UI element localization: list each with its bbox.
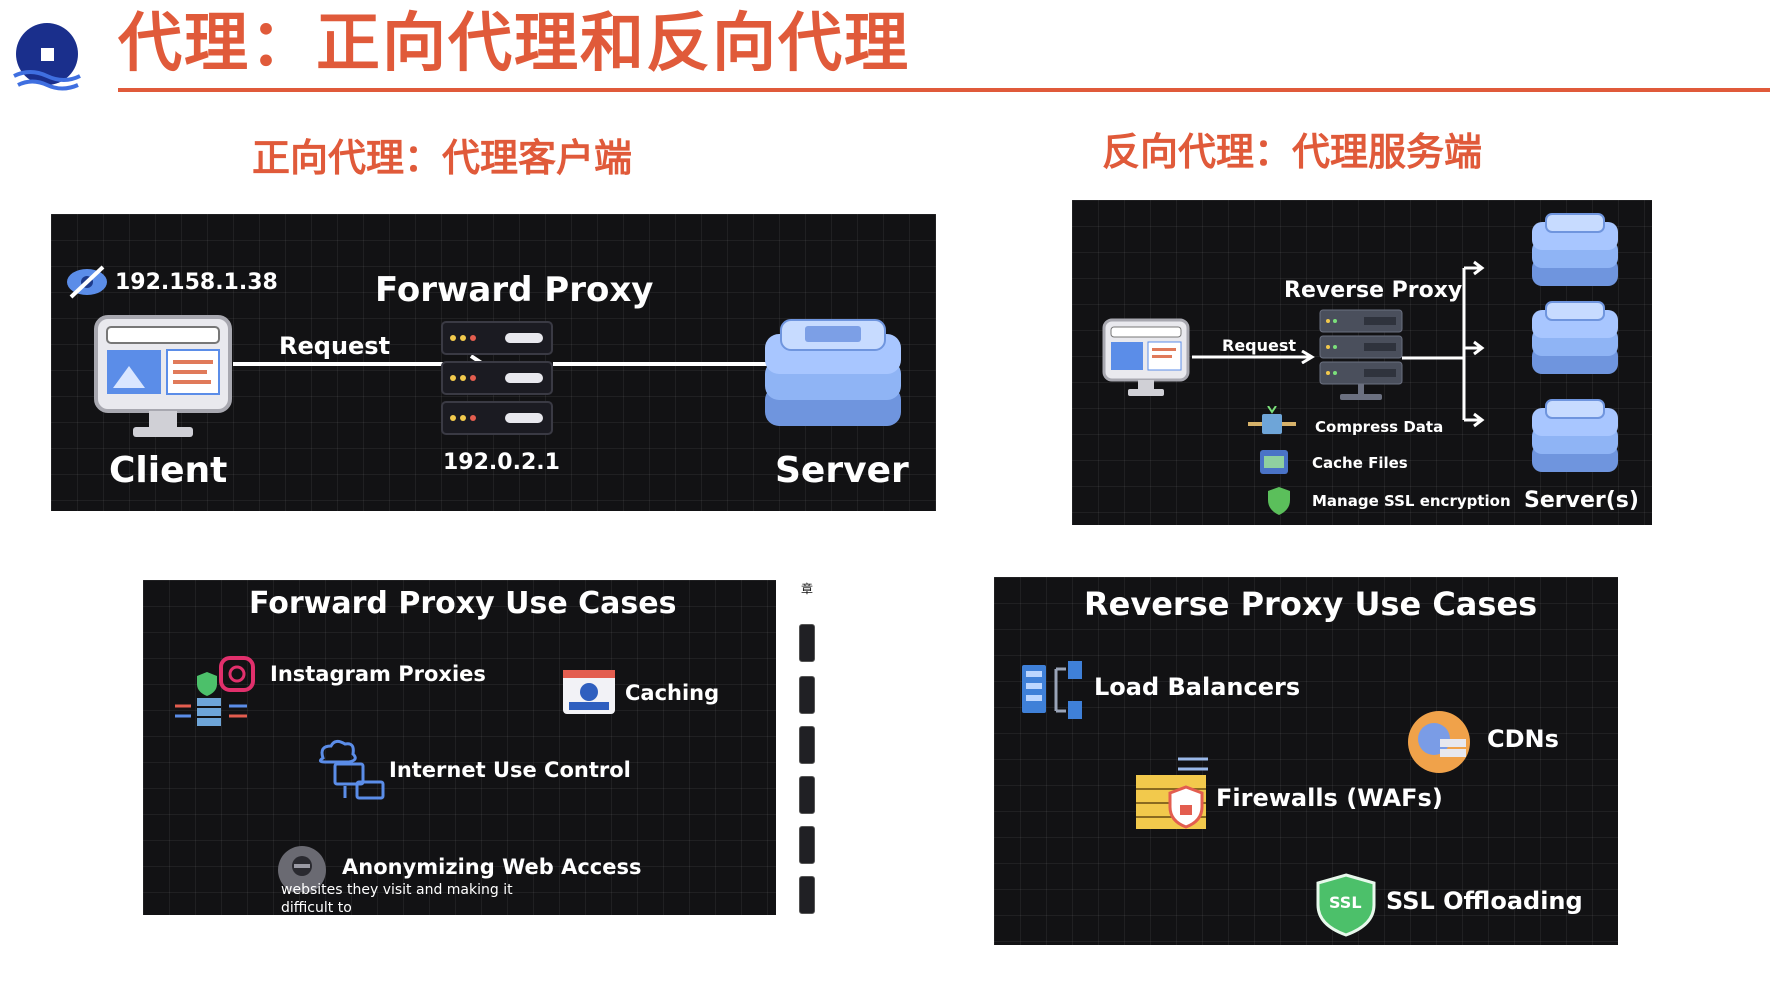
caption-line-2: difficult to — [281, 900, 352, 915]
cache-files-label: Cache Files — [1312, 454, 1408, 472]
chapter-thumbnail[interactable] — [799, 726, 815, 764]
title-divider — [118, 88, 1770, 92]
proxy-ip-label: 192.0.2.1 — [443, 450, 560, 475]
manage-ssl-label: Manage SSL encryption — [1312, 492, 1511, 510]
cache-files-icon — [1260, 450, 1288, 474]
chapter-thumbnail[interactable] — [799, 624, 815, 662]
compress-data-label: Compress Data — [1315, 418, 1444, 436]
firewalls-label: Firewalls (WAFs) — [1216, 784, 1443, 812]
ssl-badge-text: SSL — [1329, 893, 1362, 912]
forward-proxy-heading: 正向代理：代理客户端 — [252, 136, 633, 180]
logo-icon — [13, 23, 81, 91]
reverse-use-cases-title: Reverse Proxy Use Cases — [1084, 585, 1538, 623]
forward-use-cases-panel: Forward Proxy Use Cases Instagram Proxie… — [143, 580, 776, 915]
eye-slash-icon — [67, 265, 107, 299]
client-computer-icon — [1102, 318, 1190, 396]
ssl-offloading-label: SSL Offloading — [1386, 887, 1583, 915]
caption-line-1: websites they visit and making it — [281, 882, 513, 898]
chapter-thumbnail[interactable] — [799, 876, 815, 914]
forward-proxy-title: Forward Proxy — [375, 270, 654, 310]
request-arrow-icon — [1192, 350, 1315, 364]
reverse-use-cases-panel: Reverse Proxy Use Cases Load Balancers C… — [994, 577, 1618, 945]
compress-icon — [1248, 406, 1296, 434]
server-label: Server — [775, 450, 909, 491]
request-label: Request — [279, 332, 391, 360]
reverse-proxy-heading: 反向代理：代理服务端 — [1102, 130, 1483, 174]
chapter-sidebar: 章 — [795, 580, 821, 920]
forward-use-cases-title: Forward Proxy Use Cases — [249, 586, 677, 621]
cdn-icon — [1408, 711, 1470, 773]
chapter-label: 章 — [801, 582, 814, 596]
load-balancer-icon — [1022, 661, 1082, 719]
caching-label: Caching — [625, 681, 720, 705]
forward-proxy-diagram: 192.158.1.38 Forward Proxy Client Reques… — [51, 214, 936, 511]
client-ip-label: 192.158.1.38 — [115, 270, 278, 295]
reverse-proxy-server-icon — [1319, 309, 1403, 400]
caching-icon — [563, 670, 615, 714]
internet-control-icon — [318, 739, 385, 800]
instagram-proxies-label: Instagram Proxies — [270, 662, 486, 686]
servers-label: Server(s) — [1524, 488, 1639, 513]
slide-title: 代理：正向代理和反向代理 — [118, 7, 910, 81]
proxy-server-icon — [441, 321, 553, 435]
instagram-proxy-icon — [175, 656, 255, 726]
client-label: Client — [109, 450, 228, 491]
anonymizing-label: Anonymizing Web Access — [342, 855, 642, 879]
internet-use-control-label: Internet Use Control — [389, 758, 631, 782]
client-computer-icon — [94, 315, 232, 437]
distribution-arrows-icon — [1402, 260, 1485, 428]
server-icon-middle — [1532, 301, 1618, 374]
load-balancers-label: Load Balancers — [1094, 673, 1301, 701]
chapter-thumbnail[interactable] — [799, 776, 815, 814]
chapter-thumbnail[interactable] — [799, 826, 815, 864]
ssl-shield-icon — [1268, 487, 1290, 515]
reverse-proxy-diagram: Reverse Proxy Request Compress Data Cach… — [1072, 200, 1652, 525]
server-icon — [765, 319, 901, 426]
server-icon-bottom — [1532, 399, 1618, 472]
server-icon-top — [1532, 213, 1618, 286]
firewall-icon — [1136, 757, 1208, 829]
cdns-label: CDNs — [1487, 725, 1559, 753]
chapter-thumbnail[interactable] — [799, 676, 815, 714]
